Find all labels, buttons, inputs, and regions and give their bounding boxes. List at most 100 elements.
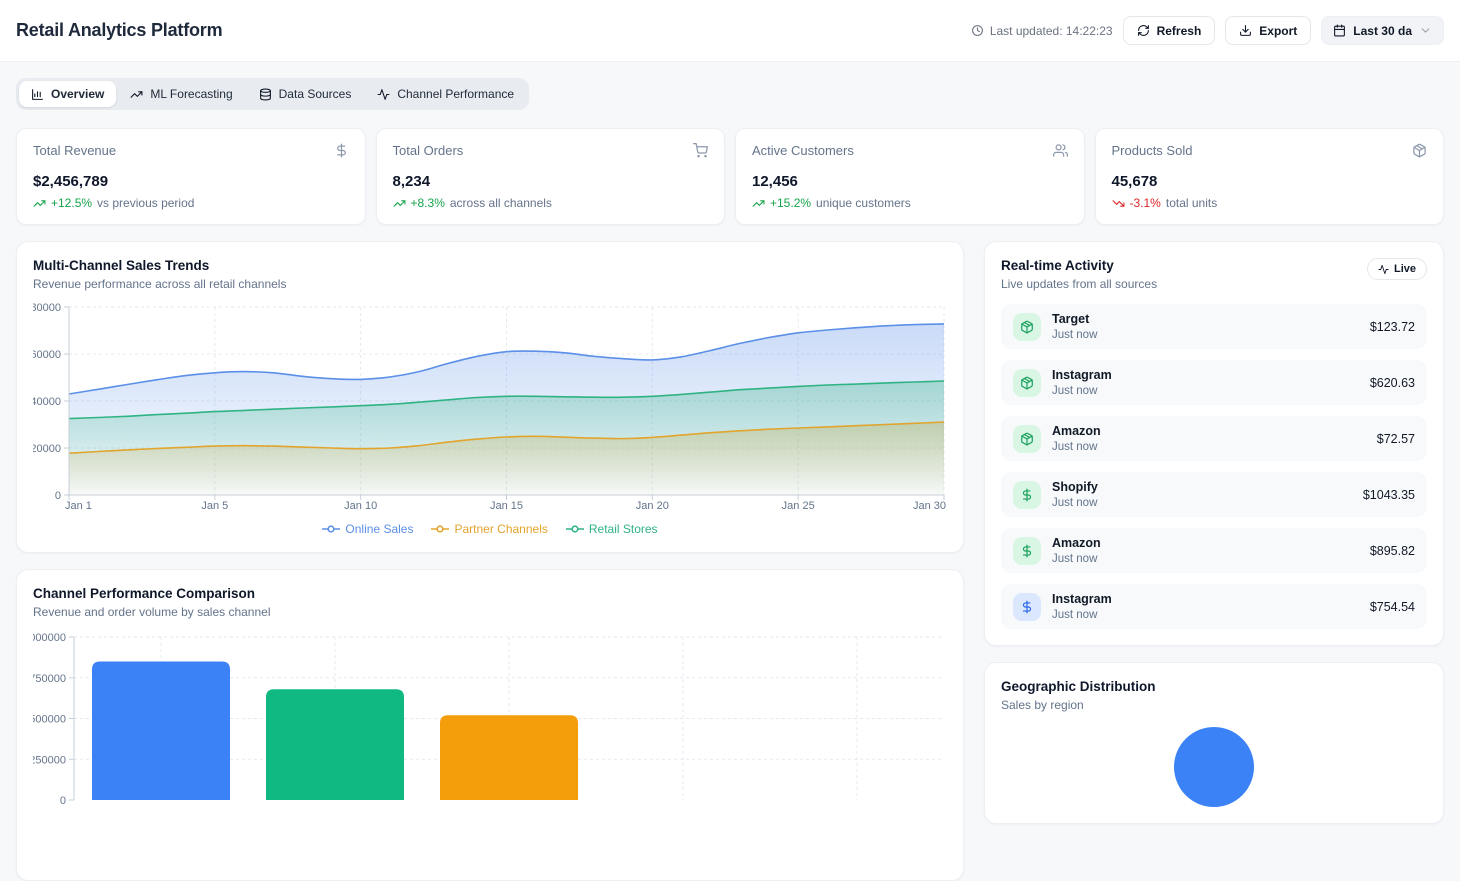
kpi-delta-label: vs previous period	[97, 196, 194, 210]
app-header: Retail Analytics Platform Last updated: …	[0, 0, 1460, 62]
kpi-card-active-customers: Active Customers 12,456 +15.2% unique custo…	[735, 128, 1085, 225]
calendar-icon	[1333, 24, 1346, 37]
kpi-delta-label: across all channels	[450, 196, 552, 210]
svg-text:60000: 60000	[33, 349, 61, 361]
tab-label: Data Sources	[279, 87, 352, 101]
geo-title: Geographic Distribution	[1001, 679, 1427, 694]
activity-row: AmazonJust now$895.82	[1001, 528, 1427, 573]
tab-ml-forecasting[interactable]: ML Forecasting	[118, 81, 244, 107]
legend-label: Retail Stores	[589, 522, 658, 536]
tab-data-sources[interactable]: Data Sources	[247, 81, 364, 107]
export-button[interactable]: Export	[1225, 16, 1311, 45]
svg-text:Jan 5: Jan 5	[201, 500, 228, 511]
kpi-title: Active Customers	[752, 143, 854, 158]
date-range-select[interactable]: Last 30 da	[1321, 16, 1444, 45]
activity-subtitle: Live updates from all sources	[1001, 277, 1157, 291]
svg-text:0: 0	[60, 795, 66, 807]
kpi-card-total-revenue: Total Revenue $2,456,789 +12.5% vs previous…	[16, 128, 366, 225]
activity-source: Amazon	[1052, 424, 1101, 438]
kpi-value: 8,234	[393, 173, 709, 190]
activity-title: Real-time Activity	[1001, 258, 1157, 273]
export-label: Export	[1259, 25, 1297, 37]
last-updated-text: Last updated: 14:22:23	[990, 24, 1113, 38]
svg-text:Jan 10: Jan 10	[344, 500, 377, 511]
tab-bar: Overview ML Forecasting Data Sources Channe…	[16, 78, 529, 110]
kpi-title: Total Revenue	[33, 143, 116, 158]
sales-trends-title: Multi-Channel Sales Trends	[33, 258, 947, 273]
main-grid: Multi-Channel Sales Trends Revenue perfo…	[16, 241, 1444, 881]
activity-source: Amazon	[1052, 536, 1101, 550]
geo-pie-slice	[1174, 727, 1254, 807]
trending-down-icon	[1112, 197, 1125, 210]
legend-item-retail-stores[interactable]: Retail Stores	[566, 522, 658, 536]
kpi-value: $2,456,789	[33, 173, 349, 190]
chevron-down-icon	[1419, 24, 1432, 37]
package-icon	[1013, 369, 1041, 397]
refresh-icon	[1137, 24, 1150, 37]
package-icon	[1013, 313, 1041, 341]
tab-overview[interactable]: Overview	[19, 81, 116, 107]
activity-source: Target	[1052, 312, 1097, 326]
dashboard-content: Overview ML Forecasting Data Sources Channe…	[0, 62, 1460, 881]
live-badge: Live	[1367, 258, 1427, 280]
activity-amount: $754.54	[1370, 600, 1415, 614]
tab-label: Overview	[51, 87, 104, 101]
sales-trends-subtitle: Revenue performance across all retail ch…	[33, 277, 947, 291]
svg-text:Jan 1: Jan 1	[65, 500, 92, 511]
realtime-activity-card: Real-time Activity Live updates from all…	[984, 241, 1444, 646]
trending-up-icon	[33, 197, 46, 210]
activity-amount: $72.57	[1377, 432, 1415, 446]
kpi-title: Products Sold	[1112, 143, 1193, 158]
package-icon	[1013, 425, 1041, 453]
activity-source: Instagram	[1052, 368, 1112, 382]
svg-text:80000: 80000	[33, 302, 61, 314]
activity-amount: $1043.35	[1363, 488, 1415, 502]
tab-label: ML Forecasting	[150, 87, 232, 101]
svg-text:Jan 20: Jan 20	[636, 500, 669, 511]
kpi-delta-label: unique customers	[816, 196, 911, 210]
activity-amount: $123.72	[1370, 320, 1415, 334]
legend-item-online-sales[interactable]: Online Sales	[322, 522, 413, 536]
svg-text:40000: 40000	[33, 396, 61, 408]
refresh-button[interactable]: Refresh	[1123, 16, 1216, 45]
kpi-card-products-sold: Products Sold45,678-3.1%total units	[1095, 128, 1445, 225]
activity-source: Shopify	[1052, 480, 1098, 494]
header-actions: Last updated: 14:22:23 Refresh Export La…	[971, 16, 1444, 45]
tab-channel-performance[interactable]: Channel Performance	[365, 81, 526, 107]
retail-analytics-dashboard: Retail Analytics Platform Last updated: …	[0, 0, 1460, 881]
users-icon	[1053, 143, 1068, 158]
svg-text:1000000: 1000000	[33, 632, 66, 644]
legend-label: Online Sales	[345, 522, 413, 536]
trending-up-icon	[393, 197, 406, 210]
kpi-value: 12,456	[752, 173, 1068, 190]
date-range-value: Last 30 da	[1353, 25, 1412, 37]
activity-time: Just now	[1052, 497, 1098, 509]
svg-text:20000: 20000	[33, 443, 61, 455]
svg-text:750000: 750000	[33, 673, 66, 685]
legend-label: Partner Channels	[454, 522, 547, 536]
activity-time: Just now	[1052, 385, 1112, 397]
legend-marker-icon	[566, 524, 584, 534]
legend-marker-icon	[322, 524, 340, 534]
kpi-delta: +8.3%	[411, 196, 445, 210]
activity-time: Just now	[1052, 553, 1101, 565]
activity-icon	[377, 88, 390, 101]
kpi-delta: +15.2%	[770, 196, 811, 210]
activity-source: Instagram	[1052, 592, 1112, 606]
dollar-icon	[1013, 537, 1041, 565]
svg-text:250000: 250000	[33, 754, 66, 766]
legend-item-partner-channels[interactable]: Partner Channels	[431, 522, 547, 536]
svg-text:Jan 15: Jan 15	[490, 500, 523, 511]
kpi-delta: +12.5%	[51, 196, 92, 210]
activity-row: Shopify Just now $1043.35	[1001, 472, 1427, 517]
geographic-distribution-card: Geographic Distribution Sales by region	[984, 662, 1444, 824]
download-icon	[1239, 24, 1252, 37]
dollar-icon	[1013, 593, 1041, 621]
legend-marker-icon	[431, 524, 449, 534]
kpi-card-total-orders: Total Orders 8,234 +8.3% across all channel…	[376, 128, 726, 225]
geo-pie-chart	[1001, 727, 1427, 807]
svg-text:0: 0	[55, 490, 61, 502]
svg-text:500000: 500000	[33, 714, 66, 726]
kpi-title: Total Orders	[393, 143, 464, 158]
sales-trends-card: Multi-Channel Sales Trends Revenue perfo…	[16, 241, 964, 553]
